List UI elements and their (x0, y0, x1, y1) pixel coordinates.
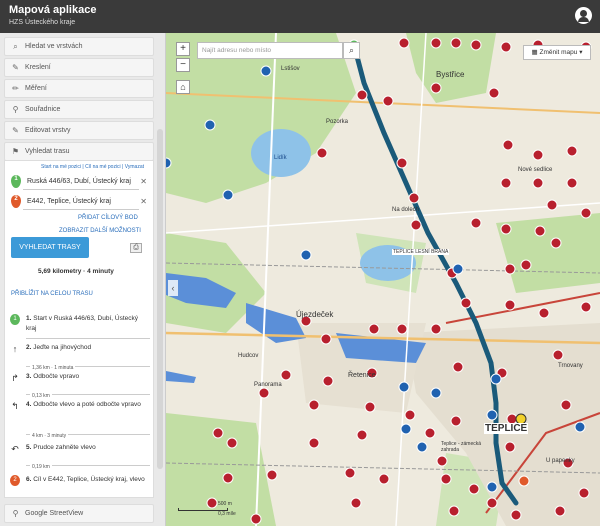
show-options-button[interactable]: ZOBRAZIT DALŠÍ MOŽNOSTI (59, 228, 141, 234)
ruler-icon: ✏ (12, 84, 19, 93)
panel-streetview[interactable]: ⚲ Google StreetView (4, 504, 154, 523)
panel-search-layers[interactable]: ⌕ Hledat ve vrstvách (4, 37, 154, 56)
pegman-icon: ⚲ (12, 509, 19, 518)
step-text: Start v Ruská 446/63, Dubí, Ústecký kraj (26, 315, 139, 332)
remove-end-icon[interactable]: ✕ (140, 197, 147, 206)
step-text: Cíl v E442, Teplice, Ústecký kraj, vlevo (33, 476, 145, 483)
panel-edit-layers[interactable]: ✎ Editovat vrstvy (4, 121, 154, 140)
pencil-icon: ✎ (12, 126, 19, 135)
step-text: Odbočte vpravo (33, 373, 80, 380)
search-icon: ⌕ (13, 42, 18, 51)
u-turn-icon: ↶ (11, 444, 19, 454)
user-account-icon[interactable] (575, 7, 592, 24)
panel-label: Editovat vrstvy (25, 127, 71, 134)
app-title: Mapová aplikace (9, 4, 97, 16)
route-quick-links[interactable]: Start na mé pozici | Cíl na mé pozici | … (41, 164, 144, 170)
home-icon[interactable]: ⌂ (176, 80, 190, 94)
step-distance: 4 km · 3 minuty (30, 431, 69, 441)
print-icon[interactable]: ⎙ (130, 243, 142, 253)
panel-label: Vyhledat trasu (25, 148, 70, 155)
panel-label: Měření (25, 85, 47, 92)
app: Mapová aplikace HZS Ústeckého kraje ⌕ Hl… (0, 0, 600, 526)
map-label: U papenky (546, 458, 575, 464)
step-distance: 0,19 km (30, 462, 52, 472)
remove-start-icon[interactable]: ✕ (140, 177, 147, 186)
brush-icon: ✎ (12, 63, 19, 72)
panel-label: Google StreetView (25, 510, 84, 517)
map-label: Lstišov (281, 66, 300, 72)
change-map-button[interactable]: ▦ Změnit mapu ▾ (523, 45, 591, 60)
grid-icon: ▦ (531, 49, 538, 56)
pin-icon: ⚲ (12, 105, 19, 114)
step-text: Odbočte vlevo a poté odbočte vpravo (33, 401, 141, 408)
panel-coordinates[interactable]: ⚲ Souřadnice (4, 100, 154, 119)
map-label: Panorama (254, 382, 282, 388)
collapse-sidebar-icon[interactable]: ‹ (168, 280, 178, 296)
end-marker-icon: 2 (10, 475, 20, 486)
map-label: Teplice - zámecká zahrada (441, 441, 482, 453)
map-graphics (166, 33, 600, 526)
sidebar-scrollbar[interactable] (157, 129, 163, 469)
end-address[interactable]: E442, Teplice, Ústecký kraj (27, 198, 111, 205)
map-label: Újezdeček (296, 310, 334, 319)
panel-drawing[interactable]: ✎ Kreslení (4, 58, 154, 77)
search-icon[interactable]: ⌕ (343, 42, 360, 59)
map-label: Nové sedlice (518, 167, 553, 173)
add-target-button[interactable]: PŘIDAT CÍLOVÝ BOD (78, 215, 138, 221)
route-icon: ⚑ (11, 147, 20, 156)
zoom-to-route-button[interactable]: PŘIBLÍŽIT NA CELOU TRASU (11, 291, 93, 297)
zoom-in-button[interactable]: + (176, 42, 190, 56)
map-label: TEPLICE (484, 423, 529, 434)
start-marker-icon: 1 (10, 314, 20, 325)
map-label: Trnovany (558, 363, 583, 369)
step-text: Prudce zahněte vlevo (33, 444, 96, 451)
panel-label: Kreslení (25, 64, 51, 71)
end-marker-icon: 2 (11, 195, 21, 208)
route-summary: 5,69 kilometry · 4 minuty (38, 268, 114, 275)
app-header: Mapová aplikace HZS Ústeckého kraje (0, 0, 600, 33)
panel-route-search[interactable]: ⚑ Vyhledat trasu (4, 142, 154, 161)
map-label: TEPLICE LESNÍ BRÁNA (392, 249, 450, 255)
turn-left-icon: ↰ (11, 401, 19, 411)
start-address[interactable]: Ruská 446/63, Dubí, Ústecký kraj (27, 178, 131, 185)
panel-label: Hledat ve vrstvách (25, 43, 83, 50)
map-label: Řetenice (348, 372, 376, 379)
panel-label: Souřadnice (25, 106, 61, 113)
map-label: Lidík (274, 155, 287, 161)
search-routes-button[interactable]: VYHLEDAT TRASY (11, 237, 89, 258)
turn-right-icon: ↱ (11, 373, 19, 383)
map-search-input[interactable]: Najít adresu nebo místo (197, 42, 343, 59)
map-label: Pozorka (326, 119, 349, 125)
map-canvas[interactable]: Lstišov Bystřice Pozorka Lidík Nové sedl… (166, 33, 600, 526)
map-label: Na dolech (392, 207, 420, 213)
zoom-out-button[interactable]: − (176, 58, 190, 72)
map-label: Bystřice (436, 70, 465, 79)
route-end-waypoint[interactable]: 2 E442, Teplice, Ústecký kraj ✕ (11, 195, 151, 211)
map-label: Hudcov (238, 353, 259, 359)
step-text: Jeďte na jihovýchod (33, 344, 92, 351)
start-marker-icon: 1 (11, 175, 21, 188)
app-subtitle: HZS Ústeckého kraje (9, 19, 76, 26)
straight-arrow-icon: ↑ (12, 344, 18, 354)
panel-measure[interactable]: ✏ Měření (4, 79, 154, 98)
scale-bar: 500 m 0,3 míle (178, 501, 236, 517)
route-start-waypoint[interactable]: 1 Ruská 446/63, Dubí, Ústecký kraj ✕ (11, 175, 151, 191)
